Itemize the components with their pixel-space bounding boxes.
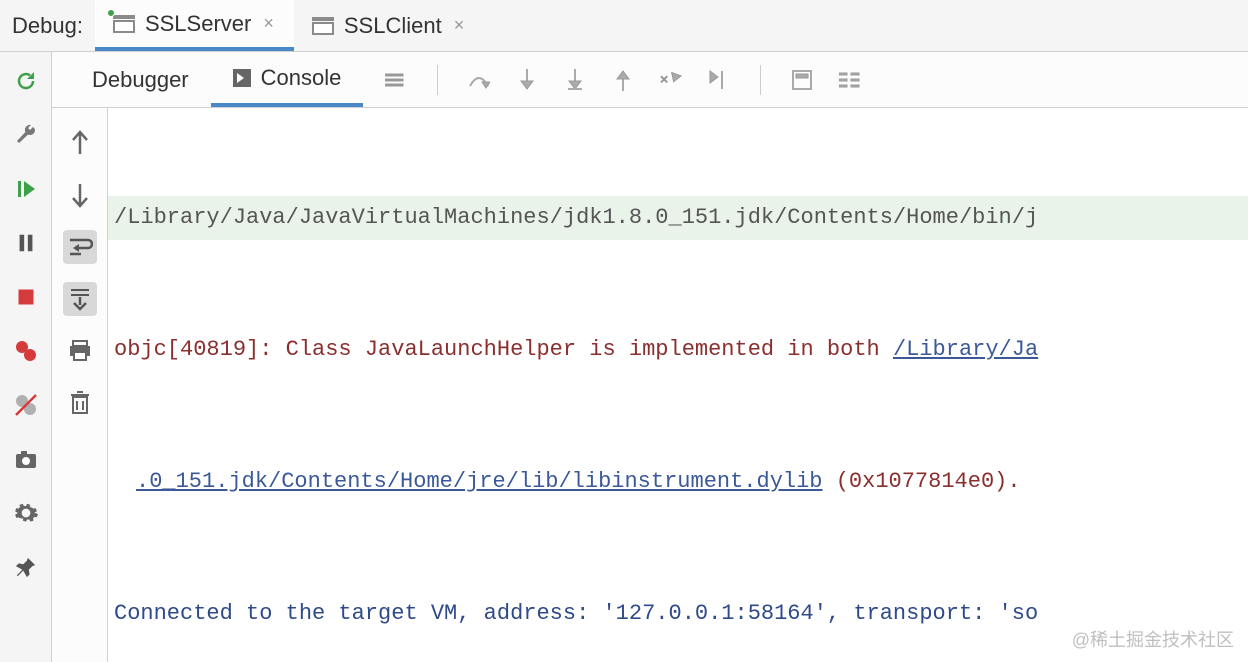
- step-out-icon[interactable]: [610, 67, 636, 93]
- settings-button[interactable]: [11, 498, 41, 528]
- run-tab-sslclient[interactable]: SSLClient ×: [294, 0, 484, 51]
- tab-label: Console: [261, 65, 342, 91]
- application-icon: [113, 15, 135, 33]
- rerun-button[interactable]: [11, 66, 41, 96]
- console-icon: [233, 69, 251, 87]
- run-tab-label: SSLServer: [145, 11, 251, 37]
- svg-text:×: ×: [660, 71, 668, 87]
- application-icon: [312, 17, 334, 35]
- debug-tab-bar: Debug: SSLServer × SSLClient ×: [0, 0, 1248, 52]
- console-panel: /Library/Java/JavaVirtualMachines/jdk1.8…: [52, 108, 1248, 662]
- close-icon[interactable]: ×: [261, 13, 276, 34]
- stop-button[interactable]: [11, 282, 41, 312]
- view-breakpoints-button[interactable]: [11, 336, 41, 366]
- pause-button[interactable]: [11, 228, 41, 258]
- console-line: objc[40819]: Class JavaLaunchHelper is i…: [108, 328, 1248, 372]
- divider: [437, 65, 438, 95]
- debug-label: Debug:: [8, 13, 95, 39]
- evaluate-icon[interactable]: [789, 67, 815, 93]
- drop-frame-icon[interactable]: ×: [658, 67, 684, 93]
- debug-action-column: [0, 52, 52, 662]
- soft-wrap-button[interactable]: [63, 230, 97, 264]
- divider: [760, 65, 761, 95]
- clear-button[interactable]: [63, 386, 97, 420]
- down-button[interactable]: [63, 178, 97, 212]
- pin-button[interactable]: [11, 552, 41, 582]
- tab-label: Debugger: [92, 67, 189, 93]
- force-step-into-icon[interactable]: [562, 67, 588, 93]
- run-tab-label: SSLClient: [344, 13, 442, 39]
- file-link[interactable]: /Library/Ja: [893, 337, 1038, 362]
- run-to-cursor-icon[interactable]: [706, 67, 732, 93]
- close-icon[interactable]: ×: [452, 15, 467, 36]
- console-line: .0_151.jdk/Contents/Home/jre/lib/libinst…: [108, 460, 1248, 504]
- step-into-icon[interactable]: [514, 67, 540, 93]
- tab-debugger[interactable]: Debugger: [70, 52, 211, 107]
- debug-sub-tab-bar: Debugger Console ×: [52, 52, 1248, 108]
- mute-breakpoints-button[interactable]: [11, 390, 41, 420]
- show-execution-point-icon[interactable]: [383, 67, 409, 93]
- camera-button[interactable]: [11, 444, 41, 474]
- up-button[interactable]: [63, 126, 97, 160]
- file-link[interactable]: .0_151.jdk/Contents/Home/jre/lib/libinst…: [136, 469, 823, 494]
- scroll-to-end-button[interactable]: [63, 282, 97, 316]
- watermark: @稀土掘金技术社区: [1072, 626, 1234, 652]
- step-over-icon[interactable]: [466, 67, 492, 93]
- print-button[interactable]: [63, 334, 97, 368]
- console-line: /Library/Java/JavaVirtualMachines/jdk1.8…: [108, 196, 1248, 240]
- resume-button[interactable]: [11, 174, 41, 204]
- console-output[interactable]: /Library/Java/JavaVirtualMachines/jdk1.8…: [108, 108, 1248, 662]
- tab-console[interactable]: Console: [211, 52, 364, 107]
- trace-icon[interactable]: [837, 67, 863, 93]
- debug-step-icons: ×: [363, 65, 863, 95]
- wrench-button[interactable]: [11, 120, 41, 150]
- console-gutter: [52, 108, 108, 662]
- run-tab-sslserver[interactable]: SSLServer ×: [95, 0, 294, 51]
